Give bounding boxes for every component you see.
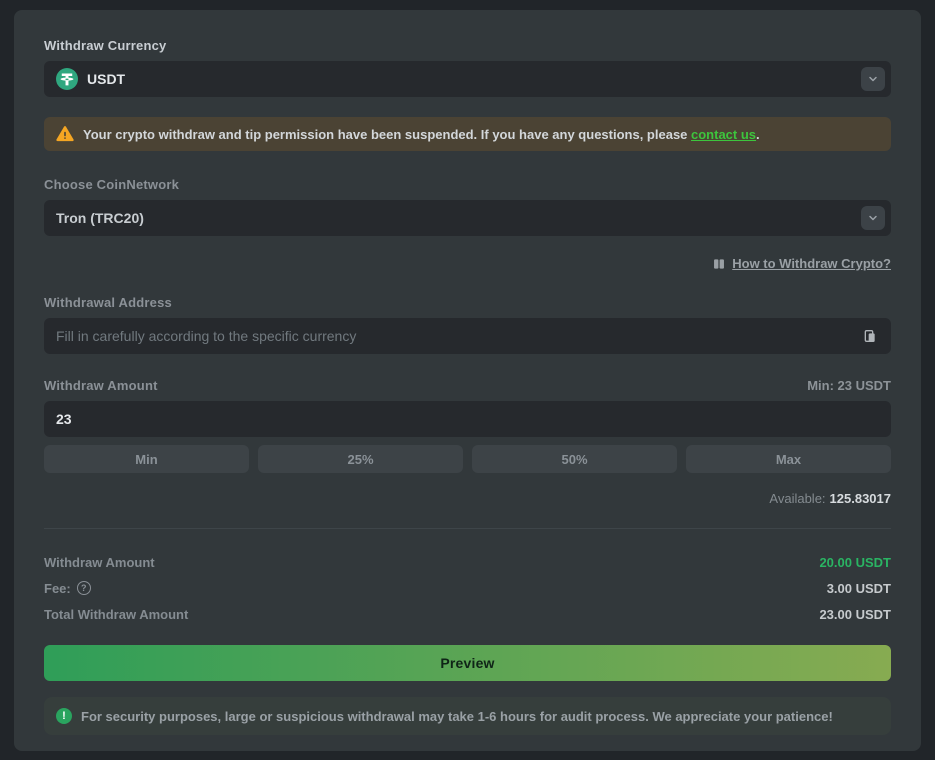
exclamation-circle-icon: ! (56, 708, 72, 724)
warning-text: Your crypto withdraw and tip permission … (83, 127, 691, 142)
withdraw-amount-label: Withdraw Amount (44, 378, 158, 393)
min-button[interactable]: Min (44, 445, 249, 473)
withdraw-amount-header: Withdraw Amount Min: 23 USDT (44, 378, 891, 393)
warning-message: Your crypto withdraw and tip permission … (83, 127, 760, 142)
paste-address-button[interactable] (857, 323, 883, 349)
quarter-button[interactable]: 25% (258, 445, 463, 473)
howto-link-row: How to Withdraw Crypto? (44, 256, 891, 271)
max-button[interactable]: Max (686, 445, 891, 473)
summary-divider (44, 528, 891, 529)
chevron-down-icon (867, 73, 879, 85)
currency-selected-value: USDT (87, 71, 125, 87)
warning-triangle-icon (56, 125, 74, 143)
network-select[interactable]: Tron (TRC20) (44, 200, 891, 236)
summary-total-value: 23.00 USDT (819, 607, 891, 622)
paste-icon (862, 328, 878, 344)
tether-icon (56, 68, 78, 90)
currency-select-dropdown-button[interactable] (861, 67, 885, 91)
withdrawal-address-label: Withdrawal Address (44, 295, 891, 310)
contact-us-link[interactable]: contact us (691, 127, 756, 142)
security-notice-text: For security purposes, large or suspicio… (81, 709, 833, 724)
available-label: Available: (769, 491, 825, 506)
currency-select[interactable]: USDT (44, 61, 891, 97)
security-notice: ! For security purposes, large or suspic… (44, 697, 891, 735)
network-select-dropdown-button[interactable] (861, 206, 885, 230)
withdrawal-address-field (44, 318, 891, 354)
summary-fee-value: 3.00 USDT (827, 581, 891, 596)
summary-row-fee: Fee: ? 3.00 USDT (44, 575, 891, 601)
half-button[interactable]: 50% (472, 445, 677, 473)
summary-row-total: Total Withdraw Amount 23.00 USDT (44, 601, 891, 627)
withdraw-currency-label: Withdraw Currency (44, 38, 891, 53)
quick-amount-buttons: Min 25% 50% Max (44, 445, 891, 473)
network-selected-value: Tron (TRC20) (56, 210, 144, 226)
how-to-withdraw-link[interactable]: How to Withdraw Crypto? (712, 256, 891, 271)
summary-row-withdraw-amount: Withdraw Amount 20.00 USDT (44, 549, 891, 575)
chevron-down-icon (867, 212, 879, 224)
coin-network-label: Choose CoinNetwork (44, 177, 891, 192)
how-to-withdraw-label: How to Withdraw Crypto? (732, 256, 891, 271)
fee-label-text: Fee: (44, 581, 71, 596)
withdrawal-address-input[interactable] (56, 328, 857, 344)
available-balance: Available: 125.83017 (44, 491, 891, 506)
available-value: 125.83017 (830, 491, 891, 506)
summary-total-label: Total Withdraw Amount (44, 607, 188, 622)
withdraw-amount-field (44, 401, 891, 437)
withdraw-amount-input[interactable] (56, 411, 883, 427)
summary-fee-label: Fee: ? (44, 581, 91, 596)
preview-button[interactable]: Preview (44, 645, 891, 681)
question-circle-icon[interactable]: ? (77, 581, 91, 595)
suspension-warning-banner: Your crypto withdraw and tip permission … (44, 117, 891, 151)
warning-suffix: . (756, 127, 760, 142)
book-icon (712, 257, 726, 271)
summary-withdraw-amount-label: Withdraw Amount (44, 555, 155, 570)
min-amount-note: Min: 23 USDT (807, 378, 891, 393)
withdraw-panel: Withdraw Currency USDT Your crypto withd… (14, 10, 921, 751)
summary-withdraw-amount-value: 20.00 USDT (819, 555, 891, 570)
